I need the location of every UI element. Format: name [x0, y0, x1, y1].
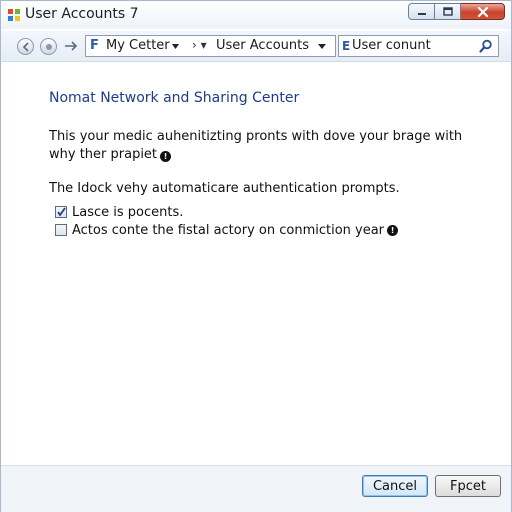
description-text-content: This your medic auhenitizting pronts wit… [49, 129, 463, 162]
window-title: User Accounts 7 [25, 6, 139, 22]
page-title: Nomat Network and Sharing Center [49, 90, 300, 106]
option-row-2[interactable]: Actos conte the fistal actory on conmict… [55, 222, 399, 238]
title-bar[interactable]: User Accounts 7 [1, 1, 511, 29]
windows-logo-icon [8, 9, 20, 21]
address-bar[interactable]: F My Cetter › ▾ User Accounts [85, 35, 336, 57]
breadcrumb-separator[interactable]: › ▾ [192, 38, 207, 52]
breadcrumb-my-center[interactable]: My Cetter [106, 38, 170, 53]
option-row-1[interactable]: Lasce is pocents. [55, 204, 183, 220]
user-accounts-window: User Accounts 7 F My Cetter › ▾ User Acc… [0, 0, 512, 512]
cancel-button[interactable]: Cancel [362, 475, 428, 497]
right-arrow-icon[interactable] [63, 39, 79, 53]
search-mark-icon: E [342, 39, 351, 53]
chevron-down-icon[interactable] [172, 44, 179, 49]
minimize-icon [417, 12, 426, 15]
search-input[interactable]: User conunt [352, 38, 431, 53]
forward-button[interactable] [40, 38, 57, 55]
close-icon [477, 6, 488, 17]
option-checkbox-1[interactable] [55, 206, 67, 218]
search-box[interactable]: E User conunt [338, 35, 499, 57]
secondary-button[interactable]: Fpcet [435, 475, 501, 497]
checkmark-icon [57, 207, 66, 217]
option-label-2[interactable]: Actos conte the fistal actory on conmict… [72, 223, 384, 238]
option-checkbox-2[interactable] [55, 224, 67, 236]
close-button[interactable] [461, 3, 505, 20]
maximize-icon [442, 7, 453, 16]
info-icon[interactable]: ! [160, 151, 172, 162]
minimize-button[interactable] [408, 3, 435, 20]
info-icon[interactable]: ! [387, 224, 399, 236]
address-dropdown-icon[interactable] [318, 44, 326, 49]
options-heading: The Idock vehy automaticare authenticati… [49, 181, 400, 196]
forward-circle-icon [45, 43, 52, 50]
option-label-1[interactable]: Lasce is pocents. [72, 205, 183, 220]
breadcrumb-user-accounts[interactable]: User Accounts [216, 38, 309, 53]
search-icon[interactable] [479, 39, 493, 53]
maximize-button[interactable] [435, 3, 461, 20]
caption-buttons [408, 3, 505, 21]
back-arrow-icon [22, 41, 29, 52]
back-button[interactable] [17, 38, 34, 55]
description-text: This your medic auhenitizting pronts wit… [49, 128, 489, 164]
folder-icon: F [90, 38, 99, 53]
